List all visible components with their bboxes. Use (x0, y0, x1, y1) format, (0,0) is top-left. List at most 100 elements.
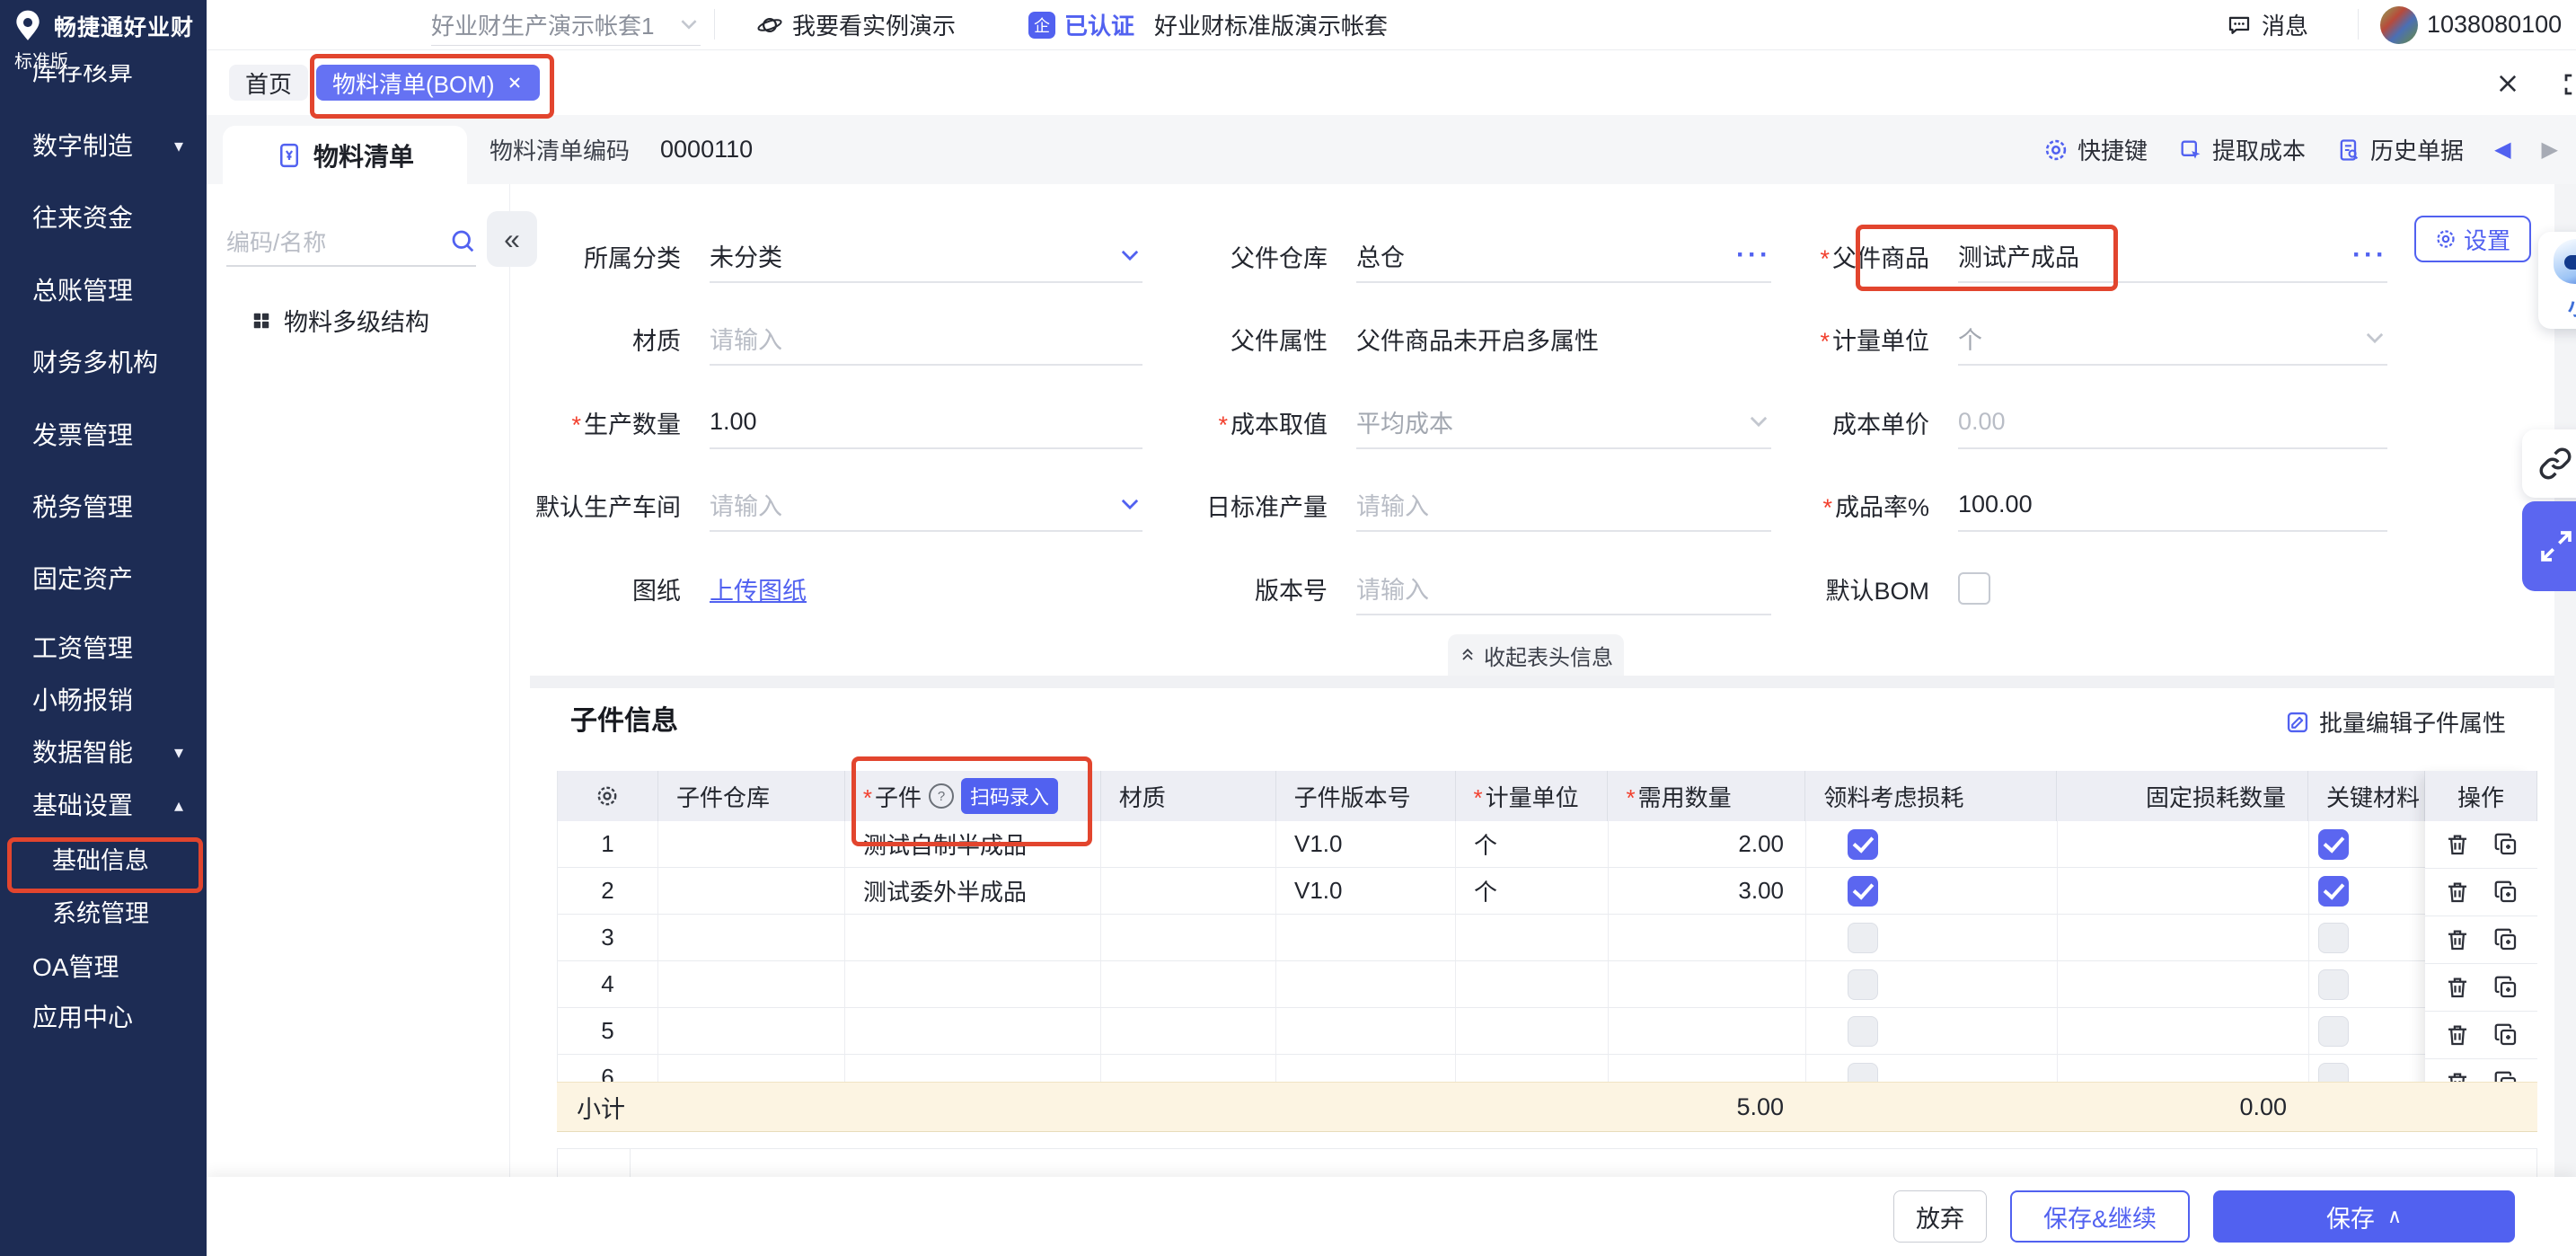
cell-req-qty[interactable]: 3.00 (1609, 868, 1806, 915)
doc-tab-bom[interactable]: 物料清单 (223, 126, 467, 184)
extract-cost-button[interactable]: 提取成本 (2178, 133, 2306, 166)
prod-qty-input[interactable]: 1.00 (710, 395, 1142, 449)
close-all-icon[interactable] (2495, 71, 2520, 96)
sidebar-item-receivables-funds[interactable]: 往来资金 (0, 197, 207, 240)
scan-entry-button[interactable]: 扫码录入 (961, 778, 1058, 814)
loss-checkbox[interactable] (1848, 923, 1878, 953)
cell-fixed-loss[interactable] (2058, 1008, 2309, 1055)
cost-method-select[interactable]: 平均成本 (1356, 395, 1771, 449)
cell-material[interactable] (1101, 1008, 1276, 1055)
cell-unit[interactable] (1456, 961, 1609, 1008)
cell-sub-item[interactable] (845, 961, 1101, 1008)
cell-unit[interactable]: 个 (1456, 821, 1609, 868)
copy-add-icon[interactable] (2492, 1022, 2519, 1048)
next-doc-icon[interactable]: ▶ (2542, 137, 2558, 163)
sidebar-item-tax-management[interactable]: 税务管理 (0, 486, 207, 529)
copy-add-icon[interactable] (2492, 926, 2519, 953)
cell-fixed-loss[interactable] (2058, 915, 2309, 961)
assistant-widget[interactable]: 小 (2538, 232, 2576, 329)
cell-fixed-loss[interactable] (2058, 961, 2309, 1008)
sidebar-item-data-intelligence[interactable]: 数据智能▾ (0, 731, 207, 774)
cell-sub-item[interactable] (845, 915, 1101, 961)
expand-widget[interactable] (2522, 501, 2576, 591)
workshop-select[interactable]: 请输入 (710, 478, 1142, 532)
collapse-panel-button[interactable]: « (487, 211, 537, 267)
yield-rate-input[interactable]: 100.00 (1958, 478, 2387, 532)
cell-material[interactable] (1101, 868, 1276, 915)
copy-add-icon[interactable] (2492, 974, 2519, 1001)
settings-button[interactable]: 设置 (2414, 216, 2531, 262)
history-docs-button[interactable]: 历史单据 (2336, 133, 2464, 166)
cell-material[interactable] (1101, 821, 1276, 868)
parent-product-picker[interactable]: 测试产成品 ··· (1958, 229, 2387, 283)
tree-search-input[interactable]: 编码/名称 (226, 217, 476, 267)
fullscreen-icon[interactable] (2562, 71, 2576, 98)
tree-item-multilevel-structure[interactable]: 物料多级结构 (251, 303, 429, 338)
account-set-select[interactable]: 好业财生产演示帐套1 (431, 4, 701, 46)
default-bom-checkbox[interactable] (1958, 572, 1990, 605)
search-icon[interactable] (449, 227, 476, 254)
loss-checkbox[interactable] (1848, 969, 1878, 1000)
copy-add-icon[interactable] (2492, 879, 2519, 906)
user-menu[interactable]: 1038080100 (2380, 0, 2562, 49)
delete-icon[interactable] (2444, 1022, 2471, 1048)
cell-sub-item[interactable]: 测试自制半成品 (845, 821, 1101, 868)
messages-button[interactable]: 消息 (2226, 0, 2308, 49)
sidebar-item-basic-settings[interactable]: 基础设置▴ (0, 784, 207, 827)
cell-req-qty[interactable] (1609, 961, 1806, 1008)
scrollbar[interactable] (2554, 184, 2576, 1177)
key-material-checkbox[interactable] (2318, 829, 2349, 860)
cell-sub-warehouse[interactable] (658, 821, 845, 868)
cell-unit[interactable] (1456, 915, 1609, 961)
sidebar-item-basic-info[interactable]: 基础信息 (0, 839, 207, 882)
attachment-widget[interactable] (2522, 429, 2576, 498)
sidebar-item-payroll[interactable]: 工资管理 (0, 627, 207, 670)
copy-add-icon[interactable] (2492, 831, 2519, 858)
delete-icon[interactable] (2444, 974, 2471, 1001)
sidebar-item-general-ledger[interactable]: 总账管理 (0, 270, 207, 313)
save-continue-button[interactable]: 保存&继续 (2010, 1190, 2190, 1243)
help-icon[interactable]: ? (929, 783, 954, 809)
loss-checkbox[interactable] (1848, 829, 1878, 860)
version-input[interactable]: 请输入 (1356, 562, 1771, 615)
shortcut-keys-button[interactable]: 快捷键 (2043, 133, 2148, 166)
cell-sub-item[interactable] (845, 1008, 1101, 1055)
save-button[interactable]: 保存 ∧ (2213, 1190, 2515, 1243)
close-icon[interactable] (506, 74, 524, 92)
loss-checkbox[interactable] (1848, 1016, 1878, 1047)
delete-icon[interactable] (2444, 879, 2471, 906)
cell-sub-version[interactable] (1276, 1008, 1456, 1055)
sidebar-item-fixed-assets[interactable]: 固定资产 (0, 558, 207, 601)
key-material-checkbox[interactable] (2318, 969, 2349, 1000)
column-settings-gear-icon[interactable] (595, 784, 619, 808)
key-material-checkbox[interactable] (2318, 1016, 2349, 1047)
cell-fixed-loss[interactable] (2058, 868, 2309, 915)
key-material-checkbox[interactable] (2318, 876, 2349, 907)
cell-unit[interactable]: 个 (1456, 868, 1609, 915)
prev-doc-icon[interactable]: ◀ (2494, 137, 2510, 163)
cell-req-qty[interactable]: 2.00 (1609, 821, 1806, 868)
cell-sub-version[interactable]: V1.0 (1276, 821, 1456, 868)
collapse-header-button[interactable]: 收起表头信息 (1448, 634, 1624, 676)
more-icon[interactable]: ··· (2352, 251, 2387, 260)
cell-fixed-loss[interactable] (2058, 821, 2309, 868)
upload-drawing-link[interactable]: 上传图纸 (710, 571, 807, 606)
loss-checkbox[interactable] (1848, 876, 1878, 907)
cell-sub-warehouse[interactable] (658, 961, 845, 1008)
cell-sub-version[interactable] (1276, 915, 1456, 961)
batch-edit-button[interactable]: 批量编辑子件属性 (2285, 705, 2506, 739)
unit-select[interactable]: 个 (1958, 312, 2387, 366)
discard-button[interactable]: 放弃 (1893, 1190, 1987, 1243)
material-input[interactable]: 请输入 (710, 312, 1142, 366)
cost-price-input[interactable]: 0.00 (1958, 395, 2387, 449)
cell-sub-version[interactable]: V1.0 (1276, 868, 1456, 915)
cell-req-qty[interactable] (1609, 915, 1806, 961)
tab-home[interactable]: 首页 (229, 65, 308, 101)
key-material-checkbox[interactable] (2318, 923, 2349, 953)
cell-material[interactable] (1101, 915, 1276, 961)
tab-bom-active[interactable]: 物料清单(BOM) (316, 65, 540, 101)
cell-unit[interactable] (1456, 1008, 1609, 1055)
category-select[interactable]: 未分类 (710, 229, 1142, 283)
daily-output-input[interactable]: 请输入 (1356, 478, 1771, 532)
sidebar-item-app-center[interactable]: 应用中心 (0, 996, 207, 1039)
